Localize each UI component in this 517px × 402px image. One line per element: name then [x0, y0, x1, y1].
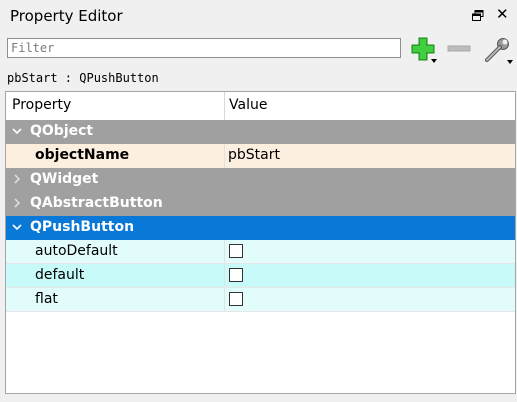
- group-label: QPushButton: [30, 219, 135, 235]
- dock-title: Property Editor: [10, 7, 123, 25]
- property-table: Property Value QObject objectName pbStar…: [5, 91, 516, 394]
- group-label: QWidget: [30, 171, 99, 187]
- header-property[interactable]: Property: [12, 97, 71, 113]
- group-row-qobject[interactable]: QObject: [6, 120, 515, 144]
- property-row-default[interactable]: default: [6, 264, 515, 288]
- default-checkbox[interactable]: [229, 268, 243, 282]
- group-label: QAbstractButton: [30, 195, 163, 211]
- header-divider: [224, 92, 225, 120]
- chevron-right-icon[interactable]: [10, 196, 24, 210]
- group-label: QObject: [30, 123, 94, 139]
- float-window-icon[interactable]: [472, 10, 484, 21]
- add-dynamic-property-icon[interactable]: [410, 36, 438, 64]
- flat-checkbox[interactable]: [229, 292, 243, 306]
- chevron-right-icon[interactable]: [10, 172, 24, 186]
- property-name: objectName: [35, 147, 130, 163]
- group-row-qpushbutton[interactable]: QPushButton: [6, 216, 515, 240]
- property-row-objectname[interactable]: objectName pbStart: [6, 144, 515, 168]
- column-separator: [224, 240, 225, 264]
- chevron-down-icon[interactable]: [10, 220, 24, 234]
- property-row-autodefault[interactable]: autoDefault: [6, 240, 515, 264]
- object-class-label: pbStart : QPushButton: [7, 71, 159, 85]
- property-row-flat[interactable]: flat: [6, 288, 515, 312]
- column-separator: [224, 264, 225, 288]
- row-separator: [6, 311, 515, 312]
- remove-dynamic-property-icon[interactable]: [446, 36, 472, 62]
- property-value[interactable]: pbStart: [228, 147, 280, 163]
- header-value[interactable]: Value: [229, 97, 267, 113]
- filter-input[interactable]: [7, 38, 401, 58]
- property-name: autoDefault: [35, 243, 118, 259]
- chevron-down-icon[interactable]: [10, 124, 24, 138]
- table-header: Property Value: [6, 92, 515, 121]
- configure-wrench-icon[interactable]: [482, 36, 514, 66]
- property-name: flat: [35, 291, 58, 307]
- column-separator: [224, 288, 225, 312]
- dock-titlebar: Property Editor ✕: [0, 0, 517, 32]
- group-row-qabstractbutton[interactable]: QAbstractButton: [6, 192, 515, 216]
- close-icon[interactable]: ✕: [496, 7, 509, 22]
- autodefault-checkbox[interactable]: [229, 244, 243, 258]
- group-row-qwidget[interactable]: QWidget: [6, 168, 515, 192]
- column-separator: [224, 144, 225, 168]
- property-name: default: [35, 267, 85, 283]
